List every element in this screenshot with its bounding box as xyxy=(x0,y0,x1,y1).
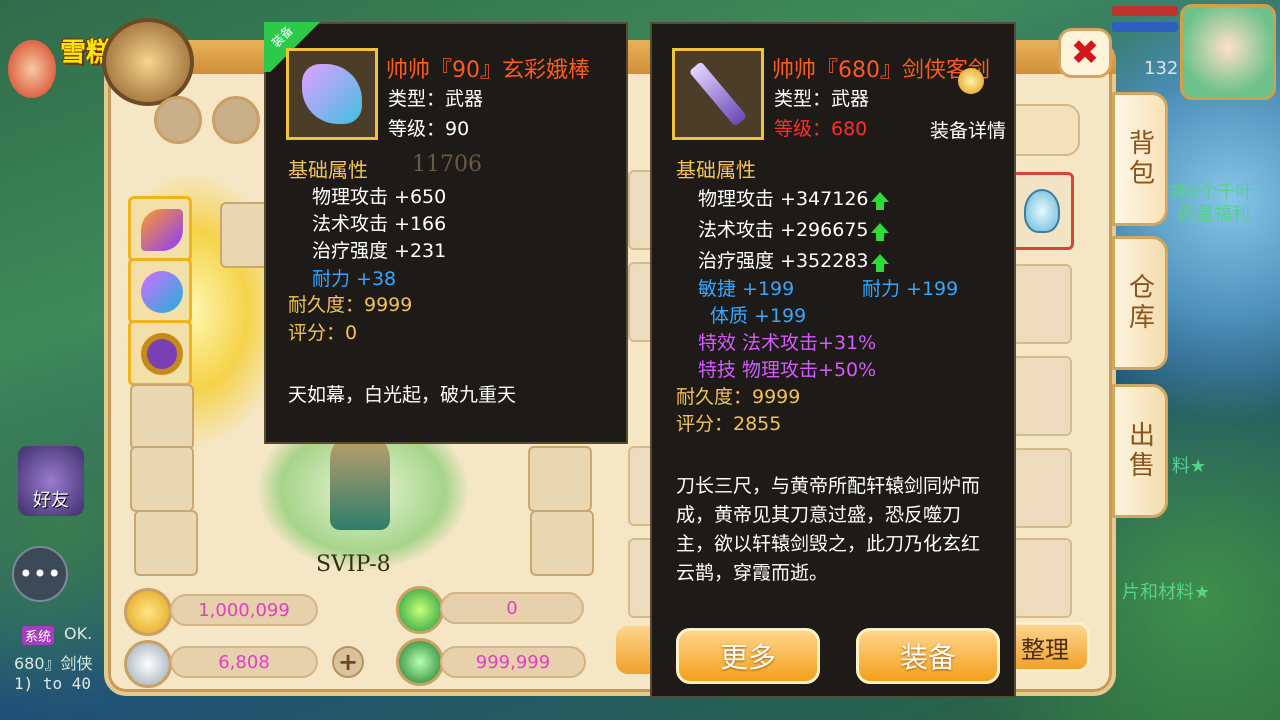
chat-system-tag: 系统 xyxy=(22,626,55,645)
points-coin-icon xyxy=(396,638,444,686)
points-amount: 999,999 xyxy=(440,646,586,678)
player-avatar[interactable] xyxy=(1180,4,1276,100)
stat-stamina: 耐力 +38 xyxy=(312,268,397,290)
item-score: 评分：2855 xyxy=(676,413,782,435)
item-level: 等级：680 xyxy=(774,118,868,140)
equip-slot-empty[interactable] xyxy=(134,510,198,576)
chat-line-right: 片和材料★ xyxy=(1122,582,1211,603)
item-type: 类型：武器 xyxy=(388,88,484,110)
special-effect: 特效 法术攻击+31% xyxy=(698,332,877,354)
equip-slot-empty[interactable] xyxy=(130,446,194,512)
treasure-chest-button[interactable] xyxy=(102,18,194,106)
equip-detail-link[interactable]: 装备详情 xyxy=(930,116,1006,143)
tab-backpack[interactable]: 背包 xyxy=(1112,92,1168,226)
more-button[interactable]: 更多 xyxy=(676,628,820,684)
gold-coin-icon xyxy=(124,588,172,636)
equipped-badge-label: 装备 xyxy=(268,23,296,51)
stat-physical-attack: 物理攻击 +650 xyxy=(312,186,447,208)
backpack-slot[interactable] xyxy=(1012,264,1072,344)
feather-weapon-icon xyxy=(141,209,183,251)
special-skill: 特技 物理攻击+50% xyxy=(698,359,877,381)
stat-physical-attack: 物理攻击 +347126 xyxy=(698,184,889,211)
gem-slot-icon[interactable] xyxy=(212,96,260,144)
ring-icon xyxy=(141,333,183,375)
close-button[interactable]: ✖ xyxy=(1058,28,1112,78)
item-description: 天如幕，白光起，破九重天 xyxy=(288,384,517,406)
silver-coin-icon xyxy=(124,640,172,688)
item-name: 帅帅『90』玄彩娥棒 xyxy=(386,58,590,83)
stat-magic-attack: 法术攻击 +296675 xyxy=(698,215,889,242)
add-currency-button[interactable]: + xyxy=(332,646,364,678)
backpack-slot[interactable] xyxy=(1012,448,1072,528)
top-right-number: 132 xyxy=(1144,58,1179,79)
base-attributes-heading: 基础属性 xyxy=(288,158,368,182)
item-level: 等级：90 xyxy=(388,118,470,140)
partial-score-behind: 11706 xyxy=(412,152,482,177)
character-figure[interactable] xyxy=(330,430,390,530)
stat-heal-power: 治疗强度 +231 xyxy=(312,240,447,262)
chat-bubble-icon[interactable]: ••• xyxy=(12,546,68,602)
potion-bottle-icon xyxy=(1024,189,1060,233)
mp-bar xyxy=(1112,22,1178,32)
backpack-slot[interactable] xyxy=(1012,538,1072,618)
stat-stamina: 耐力 +199 xyxy=(862,278,959,300)
equip-slot-ring[interactable] xyxy=(128,320,192,386)
jade-amount: 0 xyxy=(440,592,584,624)
up-arrow-icon xyxy=(870,223,889,241)
stat-heal-power-text: 治疗强度 +352283 xyxy=(698,250,869,272)
stat-agility: 敏捷 +199 xyxy=(698,278,795,300)
base-attributes-heading: 基础属性 xyxy=(676,158,756,182)
chat-line-right: 料★ xyxy=(1172,456,1207,477)
hp-bar xyxy=(1112,6,1178,16)
chat-line: 1) to 40 xyxy=(14,674,92,693)
gold-medal-icon xyxy=(958,68,984,94)
stat-heal-power: 治疗强度 +352283 xyxy=(698,246,889,273)
backpack-slot[interactable] xyxy=(1012,356,1072,436)
jade-coin-icon xyxy=(396,586,444,634)
equip-slot-empty[interactable] xyxy=(530,510,594,576)
sort-button-label: 整理 xyxy=(1021,635,1069,664)
mascot-icon xyxy=(8,40,56,98)
tooltip-sword: 帅帅『680』剑侠客剑 类型：武器 等级：680 装备详情 基础属性 物理攻击 … xyxy=(650,22,1016,698)
item-score: 评分：0 xyxy=(288,322,358,344)
silver-amount: 6,808 xyxy=(170,646,318,678)
equip-slot-weapon[interactable] xyxy=(128,196,192,262)
sword-item-icon xyxy=(688,61,748,127)
item-description: 刀长三尺，与黄帝所配轩辕剑同炉而成，黄帝见其刀意过盛，恐反噬刀主，欲以轩辕剑毁之… xyxy=(676,475,981,584)
stat-physical-attack-text: 物理攻击 +347126 xyxy=(698,188,869,210)
equip-button[interactable]: 装备 xyxy=(856,628,1000,684)
tooltip-staff: 装备 帅帅『90』玄彩娥棒 类型：武器 等级：90 基础属性 11706 物理攻… xyxy=(264,22,628,444)
friend-button[interactable]: 好友 xyxy=(18,446,84,516)
chat-line: OK. xyxy=(64,624,93,643)
staff-item-icon xyxy=(302,64,362,124)
item-durability: 耐久度：9999 xyxy=(288,294,413,316)
gem-slot-icon[interactable] xyxy=(154,96,202,144)
chat-line: 680』剑侠 xyxy=(14,654,93,673)
item-type: 类型：武器 xyxy=(774,88,870,110)
svip-label: SVIP-8 xyxy=(316,552,391,577)
stat-constitution: 体质 +199 xyxy=(710,305,807,327)
staff-icon xyxy=(141,271,183,313)
tab-sell[interactable]: 出售 xyxy=(1112,384,1168,518)
gold-amount: 1,000,099 xyxy=(170,594,318,626)
up-arrow-icon xyxy=(870,254,889,272)
staff-item-icon-box xyxy=(286,48,378,140)
potion-item-slot[interactable] xyxy=(1010,172,1074,250)
sword-item-icon-box xyxy=(672,48,764,140)
equip-slot-empty[interactable] xyxy=(528,446,592,512)
tab-warehouse[interactable]: 仓库 xyxy=(1112,236,1168,370)
stat-magic-attack-text: 法术攻击 +296675 xyxy=(698,219,869,241)
equip-slot-empty[interactable] xyxy=(130,384,194,450)
up-arrow-icon xyxy=(870,192,889,210)
chat-line-right: 四星福利 xyxy=(1178,204,1250,225)
equip-slot-staff[interactable] xyxy=(128,258,192,324)
item-durability: 耐久度：9999 xyxy=(676,386,801,408)
friend-label: 好友 xyxy=(33,490,69,511)
stat-magic-attack: 法术攻击 +166 xyxy=(312,213,447,235)
